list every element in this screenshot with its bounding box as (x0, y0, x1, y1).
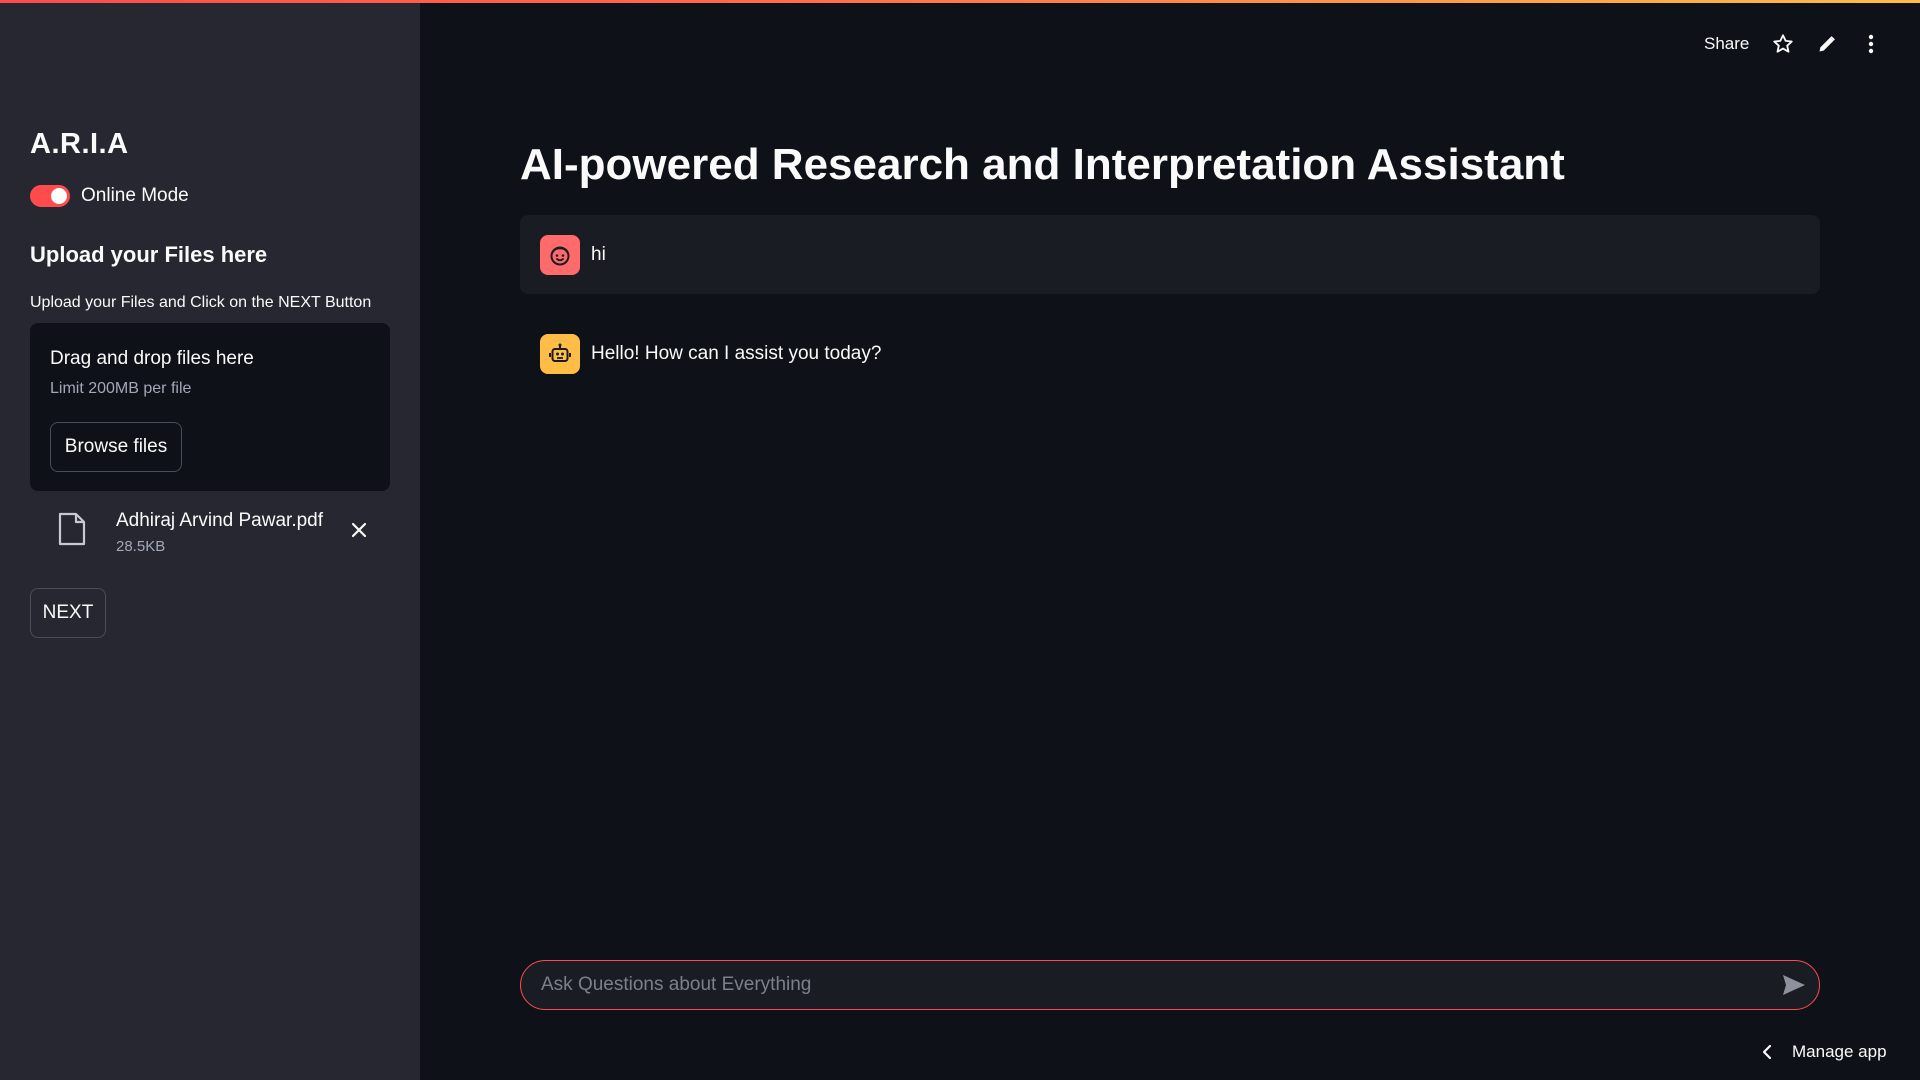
manage-app-button[interactable]: Manage app (1762, 1040, 1887, 1064)
browse-files-button[interactable]: Browse files (50, 422, 182, 472)
chat-input[interactable] (521, 961, 1769, 1009)
uploaded-file-item: Adhiraj Arvind Pawar.pdf 28.5KB (30, 500, 390, 570)
chat-message-user: hi (520, 215, 1820, 294)
send-icon[interactable] (1769, 961, 1819, 1009)
star-icon[interactable] (1772, 33, 1794, 55)
robot-icon (540, 333, 580, 374)
online-mode-label: Online Mode (81, 185, 189, 206)
dropzone-limit: Limit 200MB per file (50, 380, 192, 397)
online-mode-toggle[interactable] (30, 185, 70, 207)
online-mode-toggle-row[interactable]: Online Mode (30, 184, 189, 208)
chat-message-text: hi (591, 243, 606, 265)
upload-instruction: Upload your Files and Click on the NEXT … (30, 294, 372, 311)
uploaded-file-name: Adhiraj Arvind Pawar.pdf (116, 510, 324, 531)
next-button[interactable]: NEXT (30, 588, 106, 638)
chevron-left-icon (1762, 1044, 1772, 1060)
chat-message-assistant: Hello! How can I assist you today? (520, 314, 1820, 393)
chat-input-container (520, 960, 1820, 1010)
user-face-icon (540, 234, 580, 275)
uploaded-file-size: 28.5KB (116, 538, 166, 555)
upload-heading: Upload your Files here (30, 242, 268, 267)
app-title: A.R.I.A (30, 128, 129, 160)
share-link[interactable]: Share (1704, 34, 1749, 54)
dropzone-title: Drag and drop files here (50, 348, 254, 369)
manage-app-label: Manage app (1792, 1042, 1887, 1061)
file-dropzone[interactable]: Drag and drop files here Limit 200MB per… (30, 323, 390, 491)
chat-message-text: Hello! How can I assist you today? (591, 342, 882, 364)
remove-file-close-icon[interactable] (348, 519, 370, 541)
top-decoration-bar (0, 0, 1920, 3)
more-vertical-icon[interactable] (1860, 33, 1882, 55)
file-icon (58, 512, 86, 546)
page-title: AI-powered Research and Interpretation A… (520, 140, 1565, 189)
pencil-icon[interactable] (1816, 33, 1838, 55)
sidebar: A.R.I.A Online Mode Upload your Files he… (0, 0, 420, 1080)
